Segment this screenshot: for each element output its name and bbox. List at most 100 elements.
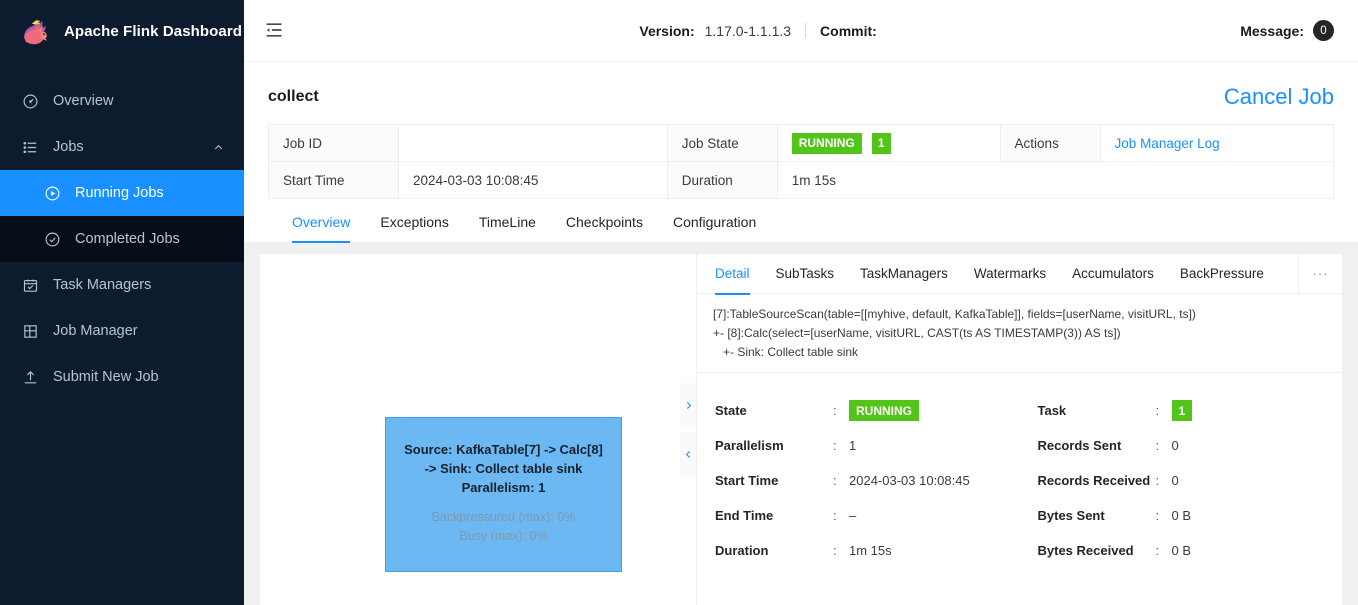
content: collect Cancel Job Job ID Job State RUNN… bbox=[244, 62, 1358, 605]
tab-accumulators[interactable]: Accumulators bbox=[1072, 255, 1154, 295]
main-area: Version: 1.17.0-1.1.1.3 Commit: Message:… bbox=[244, 0, 1358, 605]
start-time-value: 2024-03-03 10:08:45 bbox=[398, 161, 668, 199]
field-bytes-received: Bytes Received : 0 B bbox=[1020, 533, 1343, 568]
field-value: 0 bbox=[1171, 438, 1179, 453]
sidebar-item-overview[interactable]: Overview bbox=[0, 78, 244, 124]
cancel-job-button[interactable]: Cancel Job bbox=[1224, 84, 1334, 110]
topbar-right: Message: 0 bbox=[1240, 20, 1334, 41]
field-label: Records Received bbox=[1037, 473, 1151, 488]
sidebar-item-submit-new-job[interactable]: Submit New Job bbox=[0, 354, 244, 400]
message-count-badge[interactable]: 0 bbox=[1313, 20, 1334, 41]
field-label: Start Time bbox=[715, 473, 779, 488]
sidebar-item-completed-jobs[interactable]: Completed Jobs bbox=[0, 216, 244, 262]
field-value: 0 B bbox=[1171, 543, 1192, 558]
job-state-value: RUNNING 1 bbox=[776, 124, 1001, 162]
expand-right-button[interactable] bbox=[680, 383, 696, 427]
tab-timeline[interactable]: TimeLine bbox=[479, 200, 536, 243]
tab-overview[interactable]: Overview bbox=[292, 200, 351, 243]
job-graph-pane[interactable]: Source: KafkaTable[7] -> Calc[8] -> Sink… bbox=[260, 254, 680, 605]
tab-exceptions[interactable]: Exceptions bbox=[380, 200, 448, 243]
upload-icon bbox=[22, 369, 39, 386]
sidebar-item-label: Overview bbox=[53, 93, 114, 109]
tab-taskmanagers[interactable]: TaskManagers bbox=[860, 255, 948, 295]
actions-value: Job Manager Log bbox=[1099, 124, 1335, 162]
job-id-label: Job ID bbox=[268, 124, 399, 162]
field-value: 1 bbox=[849, 438, 857, 453]
tab-watermarks[interactable]: Watermarks bbox=[974, 255, 1046, 295]
job-title-row: collect Cancel Job bbox=[268, 62, 1334, 124]
field-value: 1m 15s bbox=[849, 543, 892, 558]
topbar: Version: 1.17.0-1.1.1.3 Commit: Message:… bbox=[244, 0, 1358, 62]
menu-unfold-icon[interactable] bbox=[264, 20, 286, 42]
field-separator: : bbox=[1155, 473, 1160, 488]
status-badge: RUNNING bbox=[791, 132, 862, 154]
status-badge: RUNNING bbox=[849, 400, 919, 421]
field-records-sent: Records Sent : 0 bbox=[1020, 428, 1343, 463]
sidebar: Apache Flink Dashboard Overview Jobs Run… bbox=[0, 0, 244, 605]
node-busy: Busy (max): 0% bbox=[459, 529, 548, 543]
field-value: 0 bbox=[1171, 473, 1179, 488]
field-value: 1 bbox=[1171, 400, 1193, 421]
overview-split: Source: KafkaTable[7] -> Calc[8] -> Sink… bbox=[244, 242, 1358, 605]
field-label: State bbox=[715, 403, 747, 418]
task-count-badge: 1 bbox=[1171, 400, 1193, 421]
field-separator: : bbox=[1155, 403, 1160, 418]
tab-configuration[interactable]: Configuration bbox=[673, 200, 756, 243]
field-separator: : bbox=[833, 438, 837, 453]
sidebar-item-label: Jobs bbox=[53, 139, 84, 155]
collapse-left-button[interactable] bbox=[680, 432, 696, 476]
sidebar-item-label: Running Jobs bbox=[75, 185, 164, 201]
field-separator: : bbox=[833, 508, 837, 523]
job-state-label: Job State bbox=[666, 124, 778, 162]
play-circle-icon bbox=[44, 185, 61, 202]
field-separator: : bbox=[833, 543, 837, 558]
pane-collapsers bbox=[680, 254, 696, 605]
field-duration: Duration : 1m 15s bbox=[697, 533, 1020, 568]
version-value: 1.17.0-1.1.1.3 bbox=[704, 22, 792, 39]
brand-title: Apache Flink Dashboard bbox=[64, 22, 243, 40]
tab-subtasks[interactable]: SubTasks bbox=[776, 255, 835, 295]
execution-plan-text: [7]:TableSourceScan(table=[[myhive, defa… bbox=[697, 294, 1342, 373]
tab-checkpoints[interactable]: Checkpoints bbox=[566, 200, 643, 243]
actions-label: Actions bbox=[999, 124, 1101, 162]
tab-detail[interactable]: Detail bbox=[715, 255, 750, 295]
job-graph-node[interactable]: Source: KafkaTable[7] -> Calc[8] -> Sink… bbox=[385, 417, 622, 572]
dashboard-icon bbox=[22, 93, 39, 110]
commit-label: Commit: bbox=[820, 22, 877, 39]
tab-backpressure[interactable]: BackPressure bbox=[1180, 255, 1264, 295]
field-value: – bbox=[849, 508, 857, 523]
chevron-up-icon bbox=[213, 142, 224, 153]
detail-fields-grid: State : RUNNING Task : 1 Parallelism : 1… bbox=[697, 373, 1342, 568]
node-backpressure: Backpressured (max): 0% bbox=[431, 510, 576, 524]
job-header-card: collect Cancel Job Job ID Job State RUNN… bbox=[244, 62, 1358, 243]
job-id-value bbox=[398, 124, 668, 162]
node-title: Source: KafkaTable[7] -> Calc[8] -> Sink… bbox=[401, 440, 606, 497]
sidebar-item-running-jobs[interactable]: Running Jobs bbox=[0, 170, 244, 216]
field-label: Duration bbox=[715, 543, 769, 558]
detail-tabs: Detail SubTasks TaskManagers Watermarks … bbox=[697, 254, 1342, 295]
table-row: Job ID Job State RUNNING 1 Actions Job Ma… bbox=[268, 124, 1335, 162]
message-label: Message: bbox=[1240, 22, 1304, 39]
sidebar-item-jobs[interactable]: Jobs bbox=[0, 124, 244, 170]
sidebar-item-label: Completed Jobs bbox=[75, 231, 180, 247]
sidebar-item-task-managers[interactable]: Task Managers bbox=[0, 262, 244, 308]
field-records-received: Records Received : 0 bbox=[1020, 463, 1343, 498]
build-grid-icon bbox=[22, 323, 39, 340]
task-count-badge: 1 bbox=[871, 132, 891, 154]
sidebar-item-label: Task Managers bbox=[53, 277, 152, 293]
duration-value: 1m 15s bbox=[776, 161, 1335, 199]
node-parallelism: Parallelism: 1 bbox=[461, 480, 546, 495]
sidebar-item-job-manager[interactable]: Job Manager bbox=[0, 308, 244, 354]
field-state: State : RUNNING bbox=[697, 393, 1020, 428]
field-label: Records Sent bbox=[1037, 438, 1122, 453]
node-title-line1: Source: KafkaTable[7] -> Calc[8] bbox=[404, 442, 603, 457]
job-manager-log-link[interactable]: Job Manager Log bbox=[1115, 136, 1220, 151]
topbar-center: Version: 1.17.0-1.1.1.3 Commit: bbox=[286, 23, 1240, 39]
field-separator: : bbox=[1155, 438, 1160, 453]
start-time-label: Start Time bbox=[268, 161, 399, 199]
flink-dashboard-app: Apache Flink Dashboard Overview Jobs Run… bbox=[0, 0, 1358, 605]
field-label: Parallelism bbox=[715, 438, 784, 453]
field-value: RUNNING bbox=[849, 400, 919, 421]
more-tabs-button[interactable]: ··· bbox=[1298, 254, 1342, 293]
chevron-right-icon bbox=[684, 401, 693, 410]
